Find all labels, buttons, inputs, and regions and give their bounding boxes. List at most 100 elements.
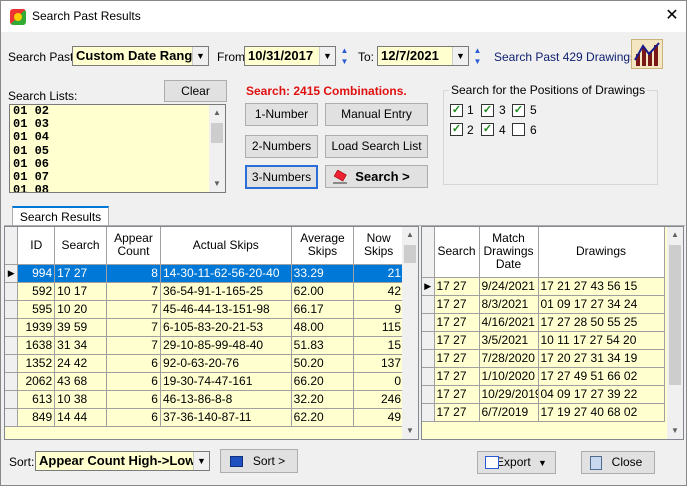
table-row[interactable]: ▶ 17 27 9/24/2021 17 21 27 43 56 15 bbox=[422, 277, 665, 296]
table-row[interactable]: 17 27 3/5/2021 10 11 17 27 54 20 bbox=[422, 331, 665, 350]
cell-search[interactable]: 10 20 bbox=[54, 300, 107, 319]
chart-icon[interactable] bbox=[631, 39, 663, 69]
table-row[interactable]: 1352 24 42 6 92-0-63-20-76 50.20 137 bbox=[5, 354, 404, 373]
cell-average-skips[interactable]: 50.20 bbox=[291, 354, 355, 373]
table-row[interactable]: ▶ 994 17 27 8 14-30-11-62-56-20-40 33.29… bbox=[5, 264, 404, 283]
position-3-checkbox[interactable]: ✓ bbox=[481, 104, 494, 117]
cell-date[interactable]: 10/29/2019 bbox=[479, 385, 539, 404]
col-header-match-date[interactable]: Match Drawings Date bbox=[479, 227, 539, 278]
three-numbers-button[interactable]: 3-Numbers bbox=[245, 165, 318, 189]
calendar-dropdown-icon[interactable]: ▼ bbox=[319, 47, 335, 65]
cell-id[interactable]: 1939 bbox=[17, 318, 56, 337]
col-header-appear-count[interactable]: Appear Count bbox=[106, 227, 161, 265]
cell-average-skips[interactable]: 62.20 bbox=[291, 408, 355, 427]
cell-now-skips[interactable]: 115 bbox=[353, 318, 404, 337]
table-row[interactable]: 592 10 17 7 36-54-91-1-165-25 62.00 42 bbox=[5, 282, 404, 301]
cell-search[interactable]: 14 44 bbox=[54, 408, 107, 427]
cell-average-skips[interactable]: 62.00 bbox=[291, 282, 355, 301]
list-item[interactable]: 01 08 bbox=[10, 184, 225, 192]
scroll-thumb[interactable] bbox=[404, 245, 416, 263]
position-1-checkbox[interactable]: ✓ bbox=[450, 104, 463, 117]
cell-search[interactable]: 17 27 bbox=[434, 277, 480, 296]
col-header-actual-skips[interactable]: Actual Skips bbox=[160, 227, 292, 265]
scroll-down-icon[interactable]: ▼ bbox=[402, 423, 418, 439]
cell-drawings[interactable]: 17 27 28 50 55 25 bbox=[538, 313, 665, 332]
cell-appear-count[interactable]: 8 bbox=[106, 264, 161, 283]
cell-search[interactable]: 31 34 bbox=[54, 336, 107, 355]
cell-search[interactable]: 43 68 bbox=[54, 372, 107, 391]
scroll-down-icon[interactable]: ▼ bbox=[667, 423, 683, 439]
cell-average-skips[interactable]: 66.17 bbox=[291, 300, 355, 319]
cell-id[interactable]: 849 bbox=[17, 408, 56, 427]
cell-appear-count[interactable]: 6 bbox=[106, 354, 161, 373]
spin-up-icon[interactable]: ▲ bbox=[339, 45, 350, 56]
list-scrollbar[interactable]: ▲ ▼ bbox=[209, 105, 225, 192]
cell-appear-count[interactable]: 7 bbox=[106, 282, 161, 301]
spin-down-icon[interactable]: ▼ bbox=[472, 56, 483, 67]
cell-actual-skips[interactable]: 6-105-83-20-21-53 bbox=[160, 318, 292, 337]
col-header-drawings[interactable]: Drawings bbox=[538, 227, 665, 278]
cell-id[interactable]: 613 bbox=[17, 390, 56, 409]
table-row[interactable]: 849 14 44 6 37-36-140-87-11 62.20 49 bbox=[5, 408, 404, 427]
scroll-up-icon[interactable]: ▲ bbox=[402, 227, 418, 243]
table-row[interactable]: 17 27 7/28/2020 17 20 27 31 34 19 bbox=[422, 349, 665, 368]
cell-appear-count[interactable]: 6 bbox=[106, 390, 161, 409]
cell-id[interactable]: 1638 bbox=[17, 336, 56, 355]
cell-search[interactable]: 17 27 bbox=[434, 349, 480, 368]
load-search-list-button[interactable]: Load Search List bbox=[325, 135, 428, 158]
cell-search[interactable]: 24 42 bbox=[54, 354, 107, 373]
cell-appear-count[interactable]: 7 bbox=[106, 318, 161, 337]
col-header-now-skips[interactable]: Now Skips bbox=[353, 227, 404, 265]
position-5-checkbox[interactable]: ✓ bbox=[512, 104, 525, 117]
cell-search[interactable]: 10 17 bbox=[54, 282, 107, 301]
cell-actual-skips[interactable]: 92-0-63-20-76 bbox=[160, 354, 292, 373]
cell-actual-skips[interactable]: 37-36-140-87-11 bbox=[160, 408, 292, 427]
from-date-picker[interactable]: 10/31/2017 ▼ bbox=[244, 46, 336, 66]
cell-search[interactable]: 17 27 bbox=[434, 403, 480, 422]
cell-actual-skips[interactable]: 19-30-74-47-161 bbox=[160, 372, 292, 391]
cell-search[interactable]: 17 27 bbox=[54, 264, 107, 283]
cell-date[interactable]: 7/28/2020 bbox=[479, 349, 539, 368]
cell-appear-count[interactable]: 7 bbox=[106, 336, 161, 355]
cell-date[interactable]: 8/3/2021 bbox=[479, 295, 539, 314]
cell-date[interactable]: 4/16/2021 bbox=[479, 313, 539, 332]
col-header-average-skips[interactable]: Average Skips bbox=[291, 227, 355, 265]
cell-id[interactable]: 2062 bbox=[17, 372, 56, 391]
col-header-search[interactable]: Search bbox=[434, 227, 480, 278]
results-scrollbar[interactable]: ▲ ▼ bbox=[402, 227, 418, 439]
search-lists-listbox[interactable]: 01 02 01 03 01 04 01 05 01 06 01 07 01 0… bbox=[9, 104, 226, 193]
cell-now-skips[interactable]: 0 bbox=[353, 372, 404, 391]
table-row[interactable]: 2062 43 68 6 19-30-74-47-161 66.20 0 bbox=[5, 372, 404, 391]
cell-id[interactable]: 1352 bbox=[17, 354, 56, 373]
manual-entry-button[interactable]: Manual Entry bbox=[325, 103, 428, 126]
cell-date[interactable]: 9/24/2021 bbox=[479, 277, 539, 296]
list-item[interactable]: 01 06 bbox=[10, 157, 225, 171]
tab-search-results[interactable]: Search Results bbox=[12, 206, 109, 227]
table-row[interactable]: 17 27 10/29/2019 04 09 17 27 39 22 bbox=[422, 385, 665, 404]
scroll-thumb[interactable] bbox=[211, 123, 223, 143]
cell-drawings[interactable]: 17 27 49 51 66 02 bbox=[538, 367, 665, 386]
to-date-picker[interactable]: 12/7/2021 ▼ bbox=[377, 46, 469, 66]
chevron-down-icon[interactable]: ▼ bbox=[193, 452, 209, 470]
cell-drawings[interactable]: 17 20 27 31 34 19 bbox=[538, 349, 665, 368]
col-header-search[interactable]: Search bbox=[54, 227, 107, 265]
export-button[interactable]: Export ▼ bbox=[477, 451, 556, 474]
cell-actual-skips[interactable]: 14-30-11-62-56-20-40 bbox=[160, 264, 292, 283]
spin-up-icon[interactable]: ▲ bbox=[472, 45, 483, 56]
cell-average-skips[interactable]: 66.20 bbox=[291, 372, 355, 391]
cell-now-skips[interactable]: 246 bbox=[353, 390, 404, 409]
table-row[interactable]: 17 27 6/7/2019 17 19 27 40 68 02 bbox=[422, 403, 665, 422]
chevron-down-icon[interactable]: ▼ bbox=[192, 47, 208, 65]
list-item[interactable]: 01 05 bbox=[10, 144, 225, 158]
scroll-thumb[interactable] bbox=[669, 245, 681, 385]
table-row[interactable]: 1638 31 34 7 29-10-85-99-48-40 51.83 15 bbox=[5, 336, 404, 355]
cell-now-skips[interactable]: 9 bbox=[353, 300, 404, 319]
cell-now-skips[interactable]: 21 bbox=[353, 264, 404, 283]
clear-button[interactable]: Clear bbox=[164, 80, 227, 102]
position-2-checkbox[interactable]: ✓ bbox=[450, 123, 463, 136]
cell-actual-skips[interactable]: 46-13-86-8-8 bbox=[160, 390, 292, 409]
table-row[interactable]: 613 10 38 6 46-13-86-8-8 32.20 246 bbox=[5, 390, 404, 409]
cell-now-skips[interactable]: 49 bbox=[353, 408, 404, 427]
cell-actual-skips[interactable]: 36-54-91-1-165-25 bbox=[160, 282, 292, 301]
two-numbers-button[interactable]: 2-Numbers bbox=[245, 135, 318, 158]
